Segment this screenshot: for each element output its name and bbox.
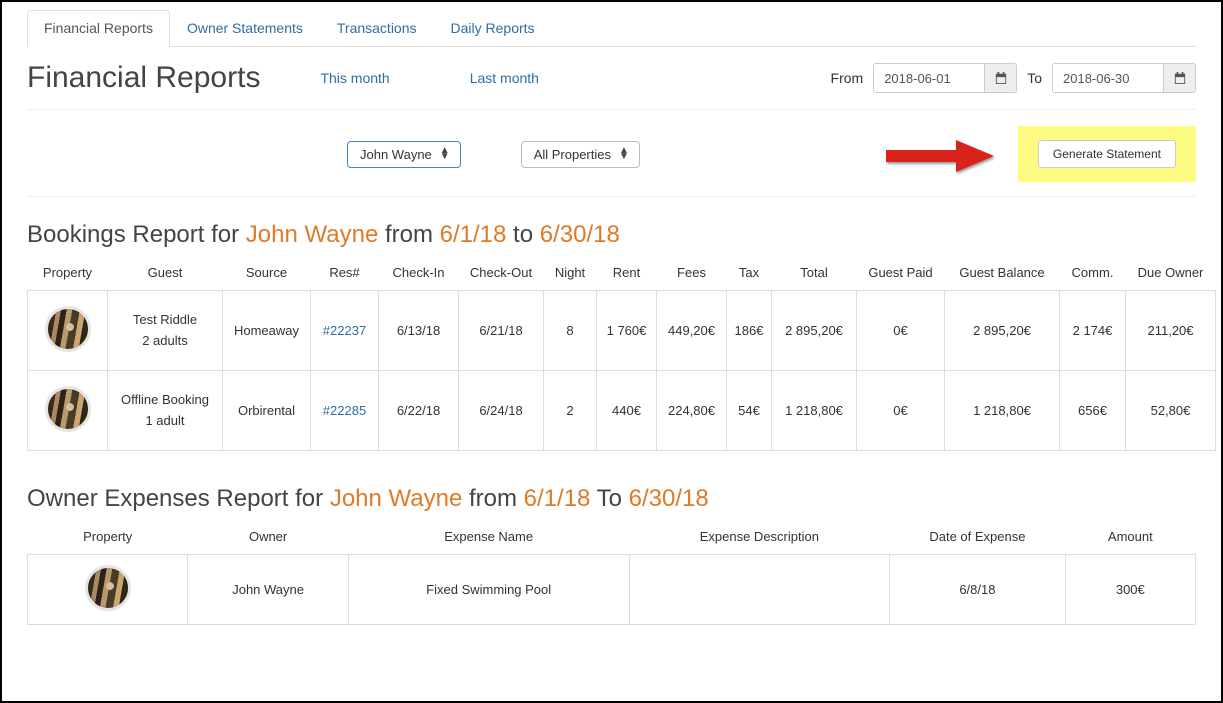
property-avatar[interactable] bbox=[45, 306, 91, 352]
col-res: Res# bbox=[311, 259, 379, 291]
col-fees: Fees bbox=[657, 259, 727, 291]
owner-select[interactable]: John Wayne bbox=[347, 141, 461, 168]
from-date-input[interactable] bbox=[874, 64, 984, 92]
calendar-icon bbox=[1174, 72, 1186, 84]
owner-select-value: John Wayne bbox=[360, 147, 432, 162]
calendar-icon bbox=[995, 72, 1007, 84]
property-select-value: All Properties bbox=[534, 147, 611, 162]
col-rent: Rent bbox=[597, 259, 657, 291]
col-owner: Owner bbox=[188, 523, 348, 555]
col-total: Total bbox=[772, 259, 857, 291]
col-checkin: Check-In bbox=[379, 259, 459, 291]
sort-icon bbox=[440, 148, 450, 160]
arrow-annotation bbox=[886, 136, 996, 176]
to-label: To bbox=[1027, 70, 1042, 86]
bookings-table: Property Guest Source Res# Check-In Chec… bbox=[27, 259, 1216, 451]
table-header-row: Property Owner Expense Name Expense Desc… bbox=[28, 523, 1196, 555]
generate-highlight: Generate Statement bbox=[1018, 126, 1196, 182]
to-date-input[interactable] bbox=[1053, 64, 1163, 92]
property-select[interactable]: All Properties bbox=[521, 141, 640, 168]
col-source: Source bbox=[223, 259, 311, 291]
reservation-link[interactable]: #22237 bbox=[323, 323, 366, 338]
table-row: John Wayne Fixed Swimming Pool 6/8/18 30… bbox=[28, 555, 1196, 625]
col-expense-desc: Expense Description bbox=[629, 523, 890, 555]
header-row: Financial Reports This month Last month … bbox=[27, 61, 1196, 110]
from-label: From bbox=[831, 70, 864, 86]
tab-transactions[interactable]: Transactions bbox=[320, 10, 434, 47]
link-this-month[interactable]: This month bbox=[320, 70, 389, 86]
page-title: Financial Reports bbox=[27, 61, 260, 95]
source-cell: Homeaway bbox=[223, 291, 311, 371]
tab-bar: Financial Reports Owner Statements Trans… bbox=[27, 10, 1196, 47]
generate-statement-button[interactable]: Generate Statement bbox=[1038, 140, 1176, 168]
col-due-owner: Due Owner bbox=[1126, 259, 1216, 291]
col-tax: Tax bbox=[727, 259, 772, 291]
tab-financial-reports[interactable]: Financial Reports bbox=[27, 10, 170, 47]
col-property: Property bbox=[28, 523, 188, 555]
col-guest-paid: Guest Paid bbox=[857, 259, 945, 291]
sort-icon bbox=[619, 148, 629, 160]
to-date-calendar-button[interactable] bbox=[1163, 64, 1195, 92]
col-expense-date: Date of Expense bbox=[890, 523, 1065, 555]
bookings-heading: Bookings Report for John Wayne from 6/1/… bbox=[27, 221, 1196, 249]
expenses-table: Property Owner Expense Name Expense Desc… bbox=[27, 523, 1196, 625]
col-night: Night bbox=[544, 259, 597, 291]
from-date-calendar-button[interactable] bbox=[984, 64, 1016, 92]
table-header-row: Property Guest Source Res# Check-In Chec… bbox=[28, 259, 1216, 291]
link-last-month[interactable]: Last month bbox=[470, 70, 539, 86]
col-comm: Comm. bbox=[1060, 259, 1126, 291]
col-guest: Guest bbox=[108, 259, 223, 291]
property-avatar[interactable] bbox=[85, 565, 131, 611]
col-property: Property bbox=[28, 259, 108, 291]
expenses-heading: Owner Expenses Report for John Wayne fro… bbox=[27, 485, 1196, 513]
table-row: Offline Booking 1 adult Orbirental #2228… bbox=[28, 371, 1216, 451]
filter-row: John Wayne All Properties bbox=[27, 110, 1196, 197]
tab-daily-reports[interactable]: Daily Reports bbox=[434, 10, 552, 47]
tab-owner-statements[interactable]: Owner Statements bbox=[170, 10, 320, 47]
property-avatar[interactable] bbox=[45, 386, 91, 432]
col-amount: Amount bbox=[1065, 523, 1195, 555]
source-cell: Orbirental bbox=[223, 371, 311, 451]
col-guest-balance: Guest Balance bbox=[945, 259, 1060, 291]
col-checkout: Check-Out bbox=[459, 259, 544, 291]
guest-cell: Offline Booking 1 adult bbox=[108, 371, 223, 451]
guest-cell: Test Riddle 2 adults bbox=[108, 291, 223, 371]
table-row: Test Riddle 2 adults Homeaway #22237 6/1… bbox=[28, 291, 1216, 371]
reservation-link[interactable]: #22285 bbox=[323, 403, 366, 418]
col-expense-name: Expense Name bbox=[348, 523, 629, 555]
date-range: From To bbox=[831, 63, 1196, 93]
